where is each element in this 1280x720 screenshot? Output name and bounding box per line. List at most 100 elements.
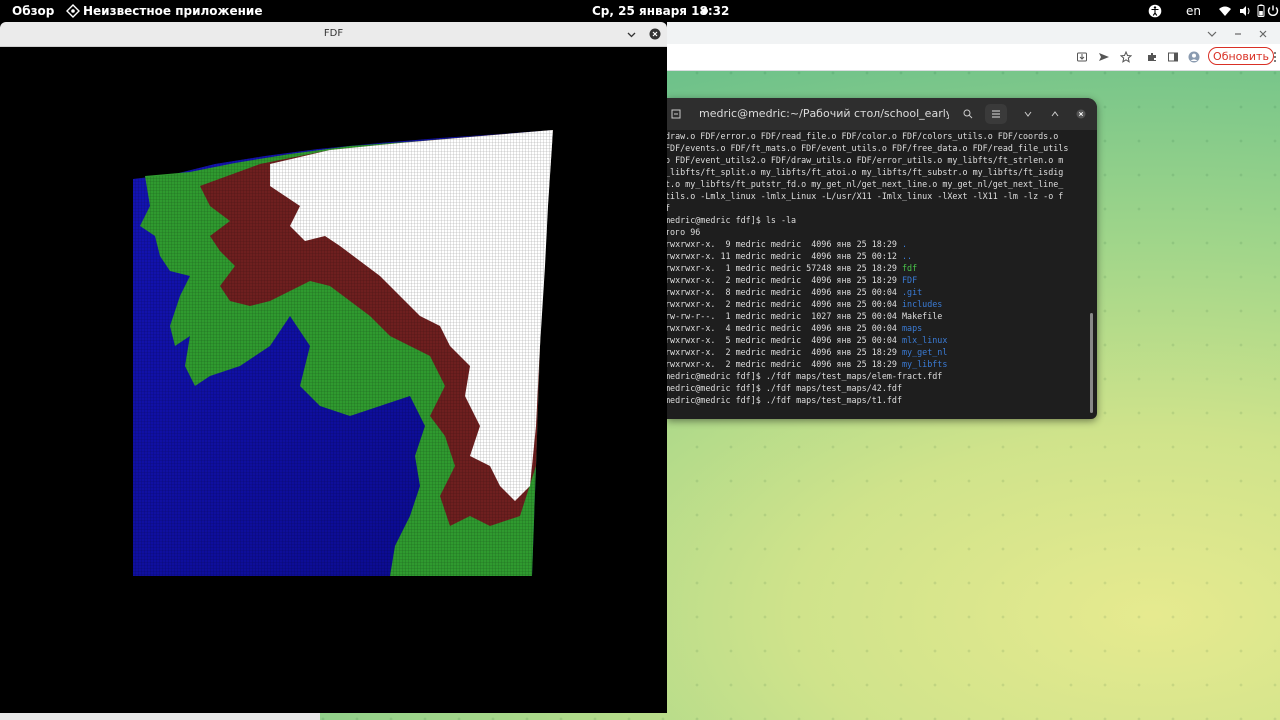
terminal-text: tils.o -Lmlx_linux -lmlx_Linux -L/usr/X1… — [667, 191, 1064, 201]
terminal-close-button[interactable] — [1070, 104, 1092, 124]
terminal-line: rwxrwxr-x. 9 medric medric 4096 янв 25 1… — [667, 238, 1087, 250]
terminal-text: draw.o FDF/error.o FDF/read_file.o FDF/c… — [667, 131, 1059, 141]
terminal-line: rwxrwxr-x. 2 medric medric 4096 янв 25 1… — [667, 346, 1087, 358]
chevron-down-icon — [1024, 111, 1032, 117]
close-icon[interactable] — [1257, 28, 1269, 40]
extensions-icon[interactable] — [1146, 51, 1158, 63]
terminal-minimize-button[interactable] — [1017, 104, 1039, 124]
wifi-icon[interactable] — [1218, 4, 1232, 18]
terminal-text: mlx_linux — [901, 335, 948, 345]
chevron-down-icon[interactable] — [626, 29, 637, 40]
terminal-text: medric@medric fdf]$ ./fdf maps/test_maps… — [667, 383, 902, 393]
terminal-text: maps — [901, 323, 923, 333]
profile-icon[interactable] — [1188, 51, 1200, 63]
browser-toolbar — [667, 44, 1280, 71]
window-title: FDF — [323, 28, 344, 39]
dock-peek — [0, 713, 320, 720]
terminal-text: rwxrwxr-x. 9 medric medric 4096 янв 25 1… — [667, 239, 902, 249]
terminal-line: medric@medric fdf]$ ./fdf maps/test_maps… — [667, 394, 1087, 406]
terminal-line: rwxrwxr-x. 4 medric medric 4096 янв 25 0… — [667, 322, 1087, 334]
terminal-text: rwxrwxr-x. 4 medric medric 4096 янв 25 0… — [667, 323, 902, 333]
terminal-text: .git — [901, 287, 923, 297]
terminal-text: rwxrwxr-x. 1 medric medric 57248 янв 25 … — [667, 263, 902, 273]
browser-update-button[interactable]: Обновить — [1208, 47, 1274, 65]
gnome-top-bar: Обзор Неизвестное приложение Ср, 25 янва… — [0, 0, 1280, 22]
terminal-text: rwxrwxr-x. 2 medric medric 4096 янв 25 0… — [667, 299, 902, 309]
terminal-line: того 96 — [667, 226, 1087, 238]
terminal-line: rwxrwxr-x. 11 medric medric 4096 янв 25 … — [667, 250, 1087, 262]
terminal-line: rwxrwxr-x. 2 medric medric 4096 янв 25 1… — [667, 358, 1087, 370]
terminal-text: f — [667, 203, 671, 213]
clock[interactable]: Ср, 25 января 18:32 — [592, 0, 729, 22]
install-icon[interactable] — [1076, 51, 1088, 63]
terminal-line: medric@medric fdf]$ ls -la — [667, 214, 1087, 226]
accessibility-icon[interactable] — [1148, 4, 1162, 18]
terminal-line: _libfts/ft_split.o my_libfts/ft_atoi.o m… — [667, 166, 1087, 178]
terminal-line: rw-rw-r--. 1 medric medric 1027 янв 25 0… — [667, 310, 1087, 322]
search-icon — [963, 109, 973, 119]
send-icon[interactable] — [1098, 51, 1110, 63]
terminal-text: _libfts/ft_split.o my_libfts/ft_atoi.o m… — [667, 167, 1064, 177]
terminal-text: my_get_nl — [901, 347, 948, 357]
terminal-title: medric@medric:~/Рабочий стол/school_earl… — [699, 107, 949, 120]
menu-icon — [992, 110, 1000, 118]
gnome-app-icon — [66, 4, 80, 18]
new-tab-icon[interactable] — [671, 109, 681, 119]
terminal-text: rwxrwxr-x. 8 medric medric 4096 янв 25 0… — [667, 287, 902, 297]
terminal-window[interactable]: medric@medric:~/Рабочий стол/school_earl… — [667, 98, 1097, 419]
sidebar-icon[interactable] — [1167, 51, 1179, 63]
close-icon — [1076, 109, 1086, 119]
terminal-line: rwxrwxr-x. 2 medric medric 4096 янв 25 0… — [667, 298, 1087, 310]
chevron-up-icon — [1051, 111, 1059, 117]
terminal-line: rwxrwxr-x. 8 medric medric 4096 янв 25 0… — [667, 286, 1087, 298]
terminal-line: f — [667, 202, 1087, 214]
terminal-line: draw.o FDF/error.o FDF/read_file.o FDF/c… — [667, 130, 1087, 142]
terminal-text: fdf — [901, 263, 918, 273]
fdf-window[interactable]: FDF — [0, 22, 667, 713]
terminal-line: o FDF/event_utils2.o FDF/draw_utils.o FD… — [667, 154, 1087, 166]
chevron-down-icon[interactable] — [1206, 28, 1218, 40]
star-icon[interactable] — [1120, 51, 1132, 63]
terminal-line: FDF/events.o FDF/ft_mats.o FDF/event_uti… — [667, 142, 1087, 154]
terminal-text: FDF — [901, 275, 918, 285]
terminal-text: t.o my_libfts/ft_putstr_fd.o my_get_nl/g… — [667, 179, 1064, 189]
terminal-text: FDF/events.o FDF/ft_mats.o FDF/event_uti… — [667, 143, 1069, 153]
terminal-text: rwxrwxr-x. 11 medric medric 4096 янв 25 … — [667, 251, 902, 261]
terminal-scrollbar[interactable] — [1090, 313, 1093, 413]
terminal-text: medric@medric fdf]$ ls -la — [667, 215, 797, 225]
activities-button[interactable]: Обзор — [12, 0, 54, 22]
terminal-menu-button[interactable] — [985, 104, 1007, 124]
terminal-text: rwxrwxr-x. 2 medric medric 4096 янв 25 1… — [667, 275, 902, 285]
terminal-line: t.o my_libfts/ft_putstr_fd.o my_get_nl/g… — [667, 178, 1087, 190]
terminal-text: medric@medric fdf]$ ./fdf maps/test_maps… — [667, 395, 902, 405]
terminal-line: rwxrwxr-x. 1 medric medric 57248 янв 25 … — [667, 262, 1087, 274]
minimize-icon[interactable] — [1232, 28, 1244, 40]
terminal-text: rw-rw-r--. 1 medric medric 1027 янв 25 0… — [667, 311, 943, 321]
terminal-line: rwxrwxr-x. 2 medric medric 4096 янв 25 1… — [667, 274, 1087, 286]
volume-icon[interactable] — [1238, 4, 1252, 18]
terrain-grid-texture — [133, 130, 553, 576]
app-menu[interactable]: Неизвестное приложение — [83, 0, 262, 22]
terminal-text: medric@medric fdf]$ ./fdf maps/test_maps… — [667, 371, 943, 381]
terminal-line: rwxrwxr-x. 5 medric medric 4096 янв 25 0… — [667, 334, 1087, 346]
terminal-line: medric@medric fdf]$ ./fdf maps/test_maps… — [667, 382, 1087, 394]
power-icon[interactable] — [1266, 4, 1280, 18]
browser-tab-strip — [667, 22, 1280, 44]
terminal-output[interactable]: draw.o FDF/error.o FDF/read_file.o FDF/c… — [667, 130, 1087, 415]
notification-dot — [702, 8, 708, 14]
keyboard-layout[interactable]: en — [1186, 0, 1201, 22]
terminal-text: .. — [901, 251, 913, 261]
terminal-titlebar[interactable]: medric@medric:~/Рабочий стол/school_earl… — [667, 98, 1097, 130]
terminal-text: . — [901, 239, 908, 249]
terminal-text: rwxrwxr-x. 5 medric medric 4096 янв 25 0… — [667, 335, 902, 345]
terminal-text: includes — [901, 299, 943, 309]
terminal-text: o FDF/event_utils2.o FDF/draw_utils.o FD… — [667, 155, 1064, 165]
fdf-render-canvas[interactable] — [0, 46, 667, 713]
terminal-text: rwxrwxr-x. 2 medric medric 4096 янв 25 1… — [667, 359, 902, 369]
terminal-line: tils.o -Lmlx_linux -lmlx_Linux -L/usr/X1… — [667, 190, 1087, 202]
fdf-titlebar[interactable]: FDF — [0, 22, 667, 47]
terminal-search-button[interactable] — [957, 104, 979, 124]
terminal-line: medric@medric fdf]$ ./fdf maps/test_maps… — [667, 370, 1087, 382]
terminal-maximize-button[interactable] — [1044, 104, 1066, 124]
close-icon[interactable] — [649, 28, 661, 40]
